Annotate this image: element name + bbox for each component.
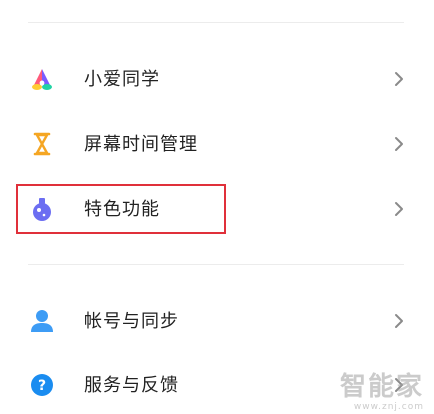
settings-item-label: 帐号与同步 [84,311,179,332]
settings-item-label: 屏幕时间管理 [84,134,198,155]
hourglass-icon [29,131,55,157]
settings-item-screen-time[interactable]: 屏幕时间管理 [0,117,434,173]
watermark: 智能家 www.znj.com [340,372,424,412]
settings-page: 小爱同学 屏幕时间管理 特色功能 帐号与同步 ? 服务与反馈 智能家 www.z… [0,0,434,414]
chevron-right-icon [392,69,406,89]
settings-item-label: 特色功能 [84,199,160,220]
settings-item-features[interactable]: 特色功能 [0,182,434,238]
xiaoai-logo-icon [29,66,55,92]
chevron-right-icon [392,199,406,219]
settings-item-label: 小爱同学 [84,69,160,90]
watermark-mark: 智能家 [339,372,424,402]
svg-text:?: ? [38,378,46,394]
settings-item-label: 服务与反馈 [84,375,179,396]
person-icon [29,308,55,334]
flask-icon [29,196,55,222]
chevron-right-icon [392,134,406,154]
help-circle-icon: ? [29,372,55,398]
settings-item-xiaoai[interactable]: 小爱同学 [0,52,434,108]
settings-item-account-sync[interactable]: 帐号与同步 [0,294,434,350]
chevron-right-icon [392,311,406,331]
watermark-site: www.znj.com [353,402,424,412]
top-divider [28,22,404,23]
section-divider [28,264,404,265]
